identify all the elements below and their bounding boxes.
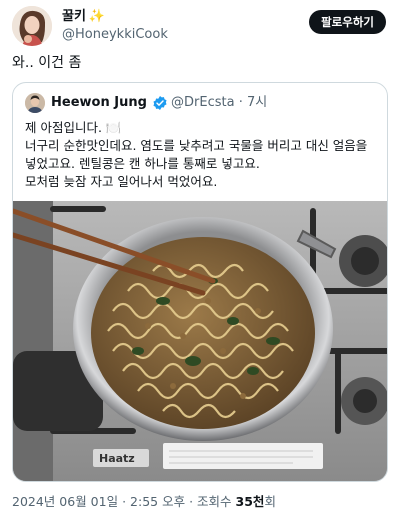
- tweet-text: 와.. 이건 좀: [12, 55, 82, 71]
- follow-button[interactable]: 팔로우하기: [309, 10, 386, 34]
- quoted-tweet-card[interactable]: Heewon Jung @DrEcsta · 7시 제 아점입니다. 🍽️ 너구…: [12, 82, 388, 482]
- quoted-author-name: Heewon Jung: [51, 95, 147, 110]
- views-suffix: 회: [264, 494, 276, 509]
- author-handle[interactable]: @HoneykkiCook: [62, 27, 168, 43]
- quoted-tweet-time: 7시: [246, 95, 268, 110]
- quoted-author-meta: @DrEcsta · 7시: [171, 94, 267, 112]
- tweet-time[interactable]: 2:55 오후: [130, 494, 185, 509]
- separator-dot: ·: [189, 494, 194, 509]
- quoted-text-line: 모처럼 늦잠 자고 일어나서 먹었어요.: [25, 174, 218, 189]
- separator-dot: ·: [238, 95, 243, 110]
- author-name[interactable]: 꿀키 ✨: [62, 9, 105, 25]
- tweet-date[interactable]: 2024년 06월 01일: [12, 494, 118, 509]
- quoted-author-avatar: [25, 93, 45, 113]
- quoted-text-line: 넣었고요. 렌틸콩은 캔 하나를 통째로 넣고요.: [25, 156, 260, 171]
- views-count: 35천: [235, 494, 265, 509]
- quoted-tweet-text: 제 아점입니다. 🍽️ 너구리 순한맛인데요. 염도를 낮추려고 국물을 버리고…: [25, 119, 377, 191]
- verified-badge-icon: [153, 96, 167, 110]
- tweet-header: 꿀키 ✨ @HoneykkiCook 팔로우하기: [12, 6, 388, 46]
- author-avatar[interactable]: [12, 6, 52, 46]
- quoted-author-handle: @DrEcsta: [171, 95, 235, 110]
- separator-dot: ·: [122, 494, 127, 509]
- quoted-tweet-photo[interactable]: Haatz: [13, 201, 387, 481]
- stove-brand-label: Haatz: [99, 452, 135, 465]
- quoted-tweet-header: Heewon Jung @DrEcsta · 7시: [25, 93, 375, 113]
- tweet-metadata: 2024년 06월 01일 · 2:55 오후 · 조회수 35천회: [12, 494, 276, 510]
- quoted-text-line: 너구리 순한맛인데요. 염도를 낮추려고 국물을 버리고 대신 얼음을: [25, 138, 368, 153]
- sparkles-icon: ✨: [88, 9, 106, 24]
- views-label: 조회수: [197, 494, 232, 509]
- quoted-text-line: 제 아점입니다. 🍽️: [25, 120, 122, 135]
